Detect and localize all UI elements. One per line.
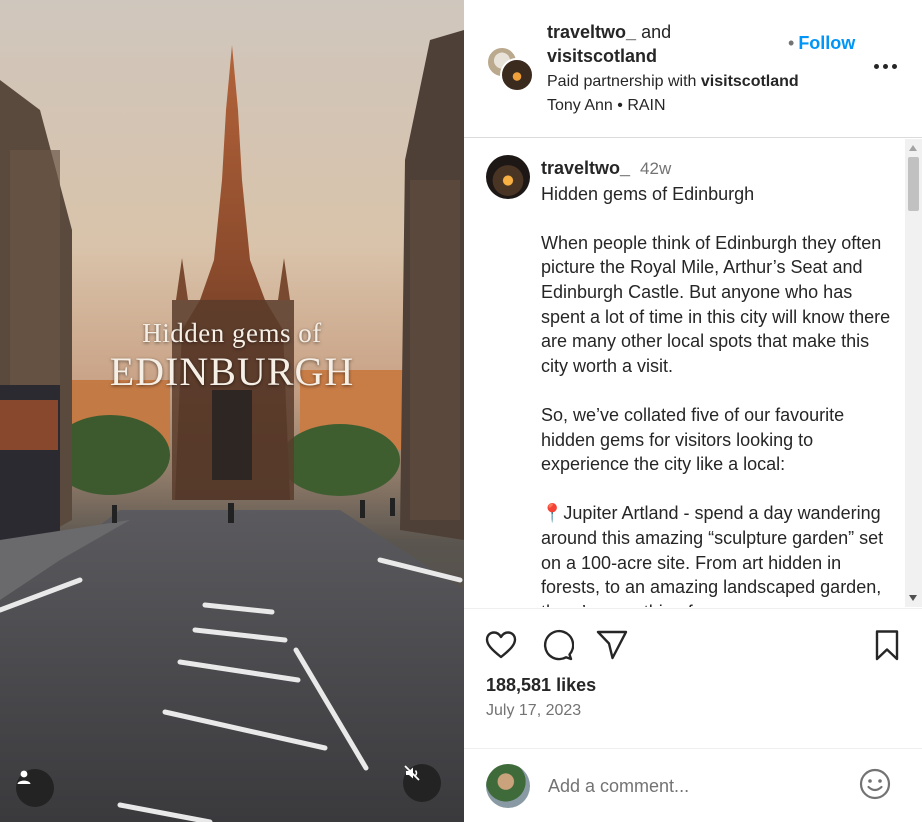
tagged-users-button[interactable]: [16, 769, 54, 807]
overlay-title-line2: EDINBURGH: [109, 349, 355, 394]
post-date[interactable]: July 17, 2023: [486, 702, 581, 720]
audio-track-link[interactable]: Tony Ann • RAIN: [547, 94, 799, 118]
caption-timestamp[interactable]: 42w: [640, 159, 671, 178]
and-text: and: [641, 22, 672, 42]
avatar-visitscotland[interactable]: [500, 58, 534, 92]
more-horizontal-icon[interactable]: [874, 56, 900, 76]
collab-usernames: traveltwo_ and visitscotland: [547, 20, 799, 68]
speaker-muted-icon: [404, 765, 420, 781]
follow-separator: •: [788, 33, 795, 53]
likes-count[interactable]: 188,581 likes: [486, 675, 596, 696]
comment-bar: [464, 748, 922, 822]
scroll-up-arrow-icon[interactable]: [909, 145, 917, 151]
mute-toggle-button[interactable]: [403, 764, 441, 802]
post-header: traveltwo_ and visitscotland Paid partne…: [464, 0, 922, 138]
current-user-avatar: [486, 764, 530, 808]
heart-icon[interactable]: [484, 628, 518, 662]
partner-link[interactable]: visitscotland: [701, 73, 799, 90]
follow-button[interactable]: Follow: [798, 33, 855, 53]
comment-input[interactable]: [548, 771, 848, 801]
caption-scroll-area[interactable]: traveltwo_ 42w Hidden gems of Edinburgh W…: [464, 139, 922, 607]
username-link-2[interactable]: visitscotland: [547, 46, 657, 66]
bookmark-icon[interactable]: [870, 628, 904, 662]
caption-avatar[interactable]: [486, 155, 530, 199]
caption-paragraph-2: So, we’ve collated five of our favourite…: [541, 404, 845, 475]
scrollbar-thumb[interactable]: [908, 157, 919, 211]
follow-area: • Follow: [788, 33, 855, 54]
collab-avatars[interactable]: [486, 46, 536, 92]
caption-username[interactable]: traveltwo_: [541, 158, 630, 178]
username-link-1[interactable]: traveltwo_: [547, 22, 636, 42]
paid-partnership-label: Paid partnership with: [547, 73, 697, 90]
user-icon: [17, 770, 31, 784]
send-icon[interactable]: [595, 628, 629, 662]
pin-emoji: 📍: [541, 503, 564, 524]
header-text: traveltwo_ and visitscotland Paid partne…: [547, 20, 799, 118]
caption-title: Hidden gems of Edinburgh: [541, 183, 755, 204]
caption-paragraph-3: Jupiter Artland - spend a day wandering …: [541, 503, 884, 607]
post-details-panel: traveltwo_ and visitscotland Paid partne…: [464, 0, 922, 822]
comment-icon[interactable]: [540, 628, 574, 662]
post-media[interactable]: Hidden gems of EDINBURGH: [0, 0, 464, 822]
caption: traveltwo_ 42w Hidden gems of Edinburgh W…: [541, 156, 891, 607]
scroll-down-arrow-icon[interactable]: [909, 595, 917, 601]
post-actions: 188,581 likes July 17, 2023: [464, 608, 922, 748]
caption-paragraph-1: When people think of Edinburgh they ofte…: [541, 232, 891, 376]
paid-partnership: Paid partnership with visitscotland: [547, 70, 799, 94]
edinburgh-street-photo: [0, 30, 464, 822]
caption-scrollbar[interactable]: [905, 139, 922, 607]
overlay-title-line1: Hidden gems of: [142, 318, 322, 348]
smiley-icon[interactable]: [858, 767, 892, 801]
